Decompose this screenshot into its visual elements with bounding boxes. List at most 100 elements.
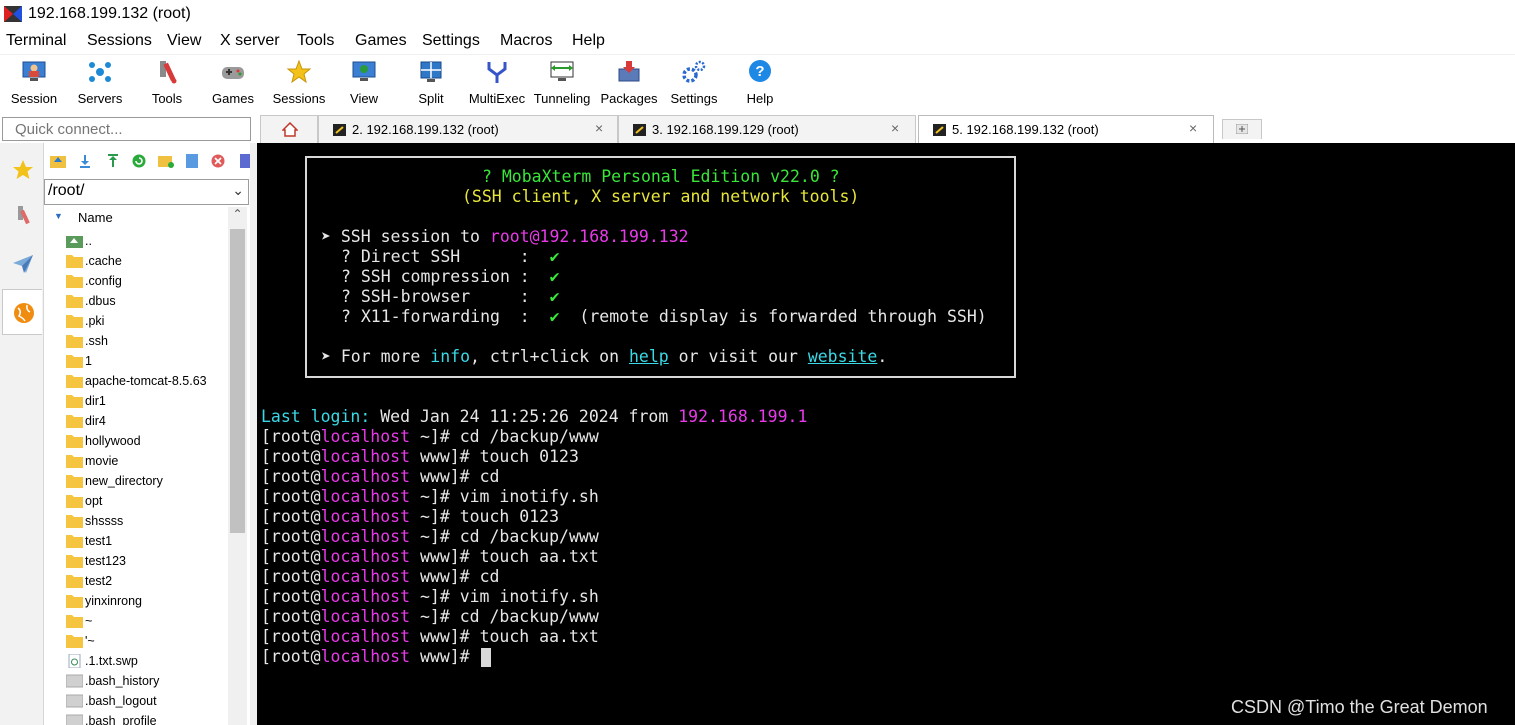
list-item[interactable]: .bash_history (44, 671, 229, 691)
list-item[interactable]: apache-tomcat-8.5.63 (44, 371, 229, 391)
tab-session-5[interactable]: 5. 192.168.199.132 (root) × (918, 115, 1214, 143)
view-button[interactable]: View (330, 57, 398, 109)
folder-icon (66, 495, 83, 508)
list-item[interactable]: hollywood (44, 431, 229, 451)
list-item[interactable]: test123 (44, 551, 229, 571)
window-title: 192.168.199.132 (root) (28, 5, 191, 22)
download-icon[interactable] (78, 154, 92, 168)
list-item[interactable]: new_directory (44, 471, 229, 491)
menu-x-server[interactable]: X server (220, 32, 280, 50)
settings-button[interactable]: Settings (660, 57, 728, 109)
list-item[interactable]: .dbus (44, 291, 229, 311)
menu-macros[interactable]: Macros (500, 32, 552, 50)
list-item[interactable]: movie (44, 451, 229, 471)
list-item[interactable]: test2 (44, 571, 229, 591)
sftp-browser: /root/ ⌄ ▼ Name .. .cache .config .dbus .pki… (44, 143, 254, 725)
multiexec-button[interactable]: MultiExec (463, 57, 531, 109)
macros-panel-button[interactable] (2, 241, 42, 287)
servers-button[interactable]: Servers (66, 57, 134, 109)
tab-session-2[interactable]: 2. 192.168.199.132 (root) × (318, 115, 618, 143)
list-item[interactable]: .cache (44, 251, 229, 271)
list-item[interactable]: 1 (44, 351, 229, 371)
tab-home[interactable] (260, 115, 318, 143)
file-name: .pki (85, 314, 105, 328)
list-item[interactable]: .bash_profile (44, 711, 229, 725)
new-folder-icon[interactable] (158, 154, 174, 168)
panel-splitter[interactable] (250, 143, 257, 725)
sftp-panel-button[interactable] (2, 289, 42, 335)
rename-icon[interactable] (240, 154, 250, 168)
file-icon (66, 714, 83, 725)
list-item[interactable]: .1.txt.swp (44, 651, 229, 671)
close-icon[interactable]: × (1189, 120, 1197, 136)
folder-icon (66, 295, 83, 308)
menu-sessions[interactable]: Sessions (87, 32, 152, 50)
file-name: 1 (85, 354, 92, 368)
help-link[interactable]: help (629, 347, 669, 366)
file-name: hollywood (85, 434, 141, 448)
scroll-thumb[interactable] (230, 229, 245, 533)
menu-games[interactable]: Games (355, 32, 407, 50)
scroll-up-icon[interactable]: ⌃ (228, 207, 247, 227)
delete-icon[interactable] (211, 154, 225, 168)
menu-tools[interactable]: Tools (297, 32, 334, 50)
terminal[interactable]: ? MobaXterm Personal Edition v22.0 ? (SS… (257, 143, 1515, 725)
new-file-icon[interactable] (186, 154, 198, 168)
command-line: [root@localhost ~]# cd /backup/www (261, 427, 599, 446)
list-item[interactable]: opt (44, 491, 229, 511)
name-column-header[interactable]: ▼ Name (44, 207, 229, 227)
list-item[interactable]: .ssh (44, 331, 229, 351)
mobaxterm-logo-icon (4, 6, 22, 22)
sessions-button[interactable]: Sessions (265, 57, 333, 109)
last-login-line: Last login: Wed Jan 24 11:25:26 2024 fro… (261, 407, 808, 426)
refresh-icon[interactable] (132, 154, 146, 168)
file-list-scrollbar[interactable]: ⌃ (228, 207, 247, 725)
games-button[interactable]: Games (199, 57, 267, 109)
list-item[interactable]: .pki (44, 311, 229, 331)
star-icon (13, 160, 33, 179)
menu-view[interactable]: View (167, 32, 201, 50)
parent-folder-icon (66, 236, 83, 248)
tab-session-3[interactable]: 3. 192.168.199.129 (root) × (618, 115, 916, 143)
new-tab-button[interactable] (1222, 119, 1262, 139)
close-icon[interactable]: × (891, 120, 899, 136)
session-button[interactable]: Session (0, 57, 68, 109)
packages-button[interactable]: Packages (595, 57, 663, 109)
list-item[interactable]: .config (44, 271, 229, 291)
star-icon (286, 59, 312, 84)
info-link[interactable]: info (430, 347, 470, 366)
upload-icon[interactable] (106, 154, 120, 168)
menu-settings[interactable]: Settings (422, 32, 480, 50)
list-item[interactable]: '~ (44, 631, 229, 651)
folder-icon (66, 275, 83, 288)
menu-terminal[interactable]: Terminal (6, 32, 66, 50)
close-icon[interactable]: × (595, 120, 603, 136)
list-item[interactable]: ~ (44, 611, 229, 631)
list-item[interactable]: shssss (44, 511, 229, 531)
file-name: test1 (85, 534, 113, 548)
quick-connect-input[interactable] (2, 117, 251, 141)
title-bar: 192.168.199.132 (root) (0, 0, 1515, 30)
tools-button[interactable]: Tools (133, 57, 201, 109)
list-item[interactable]: .bash_logout (44, 691, 229, 711)
path-dropdown[interactable]: /root/ ⌄ (44, 179, 249, 205)
folder-up-icon[interactable] (50, 154, 66, 168)
command-line: [root@localhost ~]# vim inotify.sh (261, 487, 599, 506)
view-monitor-icon (352, 61, 376, 81)
list-item[interactable]: dir1 (44, 391, 229, 411)
website-link[interactable]: website (808, 347, 878, 366)
ssh-session-icon (933, 124, 946, 136)
list-item[interactable]: dir4 (44, 411, 229, 431)
sessions-panel-button[interactable] (2, 147, 42, 193)
folder-icon (66, 455, 83, 468)
split-button[interactable]: Split (397, 57, 465, 109)
file-name: opt (85, 494, 103, 508)
menu-help[interactable]: Help (572, 32, 605, 50)
command-line: [root@localhost ~]# cd /backup/www (261, 607, 599, 626)
tunneling-button[interactable]: Tunneling (528, 57, 596, 109)
tools-panel-button[interactable] (2, 193, 42, 239)
list-item[interactable]: yinxinrong (44, 591, 229, 611)
list-item[interactable]: .. (44, 231, 229, 251)
help-button[interactable]: ? Help (726, 57, 794, 109)
list-item[interactable]: test1 (44, 531, 229, 551)
